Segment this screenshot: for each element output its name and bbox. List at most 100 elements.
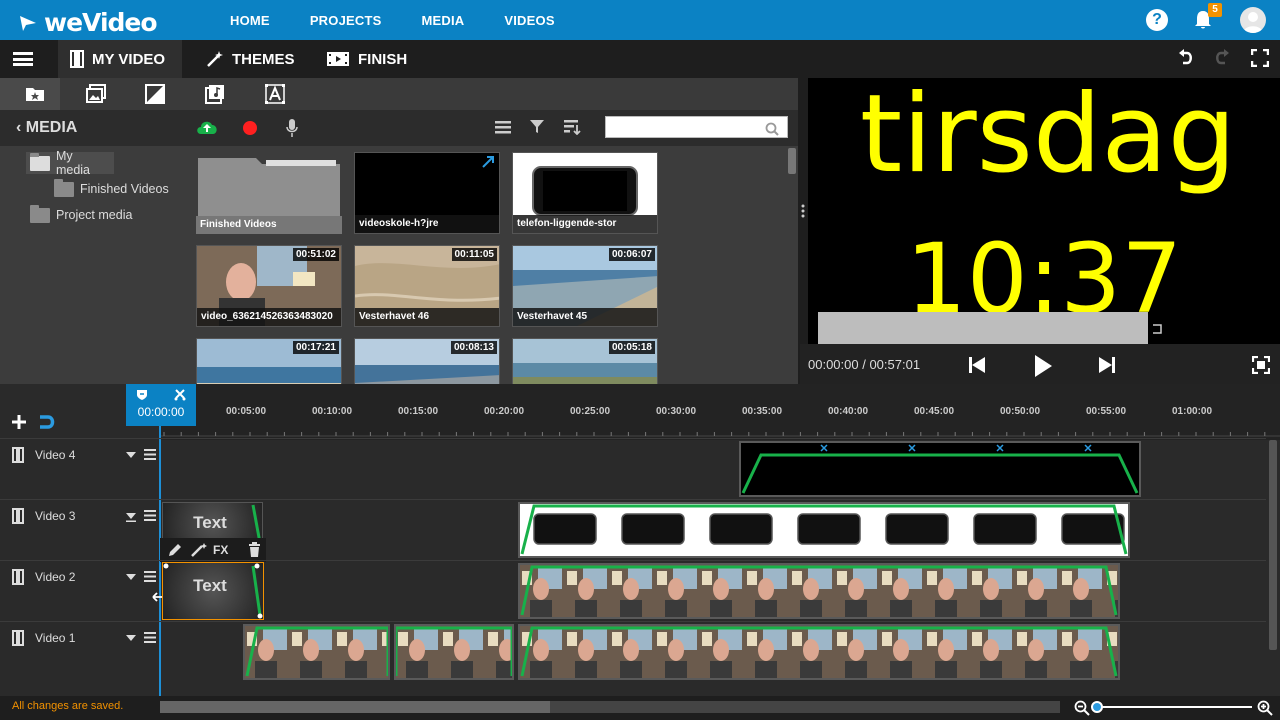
folder-star-icon[interactable] xyxy=(24,83,46,105)
folder-my-media[interactable]: My media xyxy=(26,149,114,177)
folder-label: My media xyxy=(55,149,90,177)
media-item[interactable]: videoskole-h?jre xyxy=(354,152,500,234)
redo-icon[interactable] xyxy=(1213,49,1231,69)
record-icon[interactable] xyxy=(242,120,258,136)
music-library-icon[interactable] xyxy=(204,83,226,105)
timeline-clip[interactable] xyxy=(518,502,1130,558)
timeline-clip[interactable] xyxy=(243,624,390,680)
wevideo-logo[interactable]: weVideo xyxy=(18,8,158,37)
magic-wand-icon[interactable] xyxy=(191,543,207,557)
search-icon[interactable] xyxy=(765,122,779,136)
microphone-icon[interactable] xyxy=(285,118,299,138)
avatar[interactable] xyxy=(1240,7,1266,33)
video-preview[interactable]: tirsdag 10:37 xyxy=(808,78,1280,384)
chevron-down-icon[interactable] xyxy=(126,451,136,459)
chevron-down-icon[interactable] xyxy=(126,512,136,522)
panel-splitter[interactable] xyxy=(798,78,808,384)
preview-fullscreen-icon[interactable] xyxy=(1252,356,1270,374)
text-titles-icon[interactable] xyxy=(264,83,286,105)
media-title: MEDIA xyxy=(25,119,78,136)
tick-label: 00:25:00 xyxy=(570,406,611,417)
chevron-down-icon[interactable] xyxy=(126,634,136,642)
timeline-clip[interactable] xyxy=(739,441,1141,497)
playback-time: 00:00:00 / 00:57:01 xyxy=(808,357,921,372)
list-view-icon[interactable] xyxy=(495,120,511,134)
images-icon[interactable] xyxy=(85,83,107,105)
media-item[interactable]: 00:08:13 xyxy=(354,338,500,384)
folder-project-media[interactable]: Project media xyxy=(26,204,136,226)
fx-button[interactable]: FX xyxy=(213,543,228,557)
folder-icon xyxy=(30,152,50,171)
zoom-out-icon[interactable] xyxy=(1074,700,1090,716)
skip-back-icon[interactable] xyxy=(968,356,986,374)
media-back-button[interactable]: ‹ MEDIA xyxy=(16,119,77,137)
logo-text: weVideo xyxy=(44,8,158,37)
media-item-label: video_636214526363483020 xyxy=(197,308,341,326)
tick-label: 00:20:00 xyxy=(484,406,525,417)
timeline-clip[interactable] xyxy=(518,624,1120,680)
media-item-folder[interactable]: Finished Videos xyxy=(196,152,342,234)
timeline-scrollbar[interactable] xyxy=(1266,440,1280,696)
tab-finish[interactable]: FINISH xyxy=(314,40,419,78)
zoom-slider-handle[interactable] xyxy=(1091,701,1103,713)
play-icon[interactable] xyxy=(1033,354,1053,378)
track-menu-icon[interactable] xyxy=(144,449,156,460)
media-item-label: videoskole-h?jre xyxy=(355,215,499,233)
timeline-clip[interactable] xyxy=(518,563,1120,619)
tick-label: 01:00:00 xyxy=(1172,406,1213,417)
track-name: Video 4 xyxy=(35,448,76,462)
zoom-slider-track[interactable] xyxy=(1096,706,1252,708)
track-menu-icon[interactable] xyxy=(144,632,156,643)
media-item[interactable]: 00:51:02 video_636214526363483020 xyxy=(196,245,342,327)
media-item[interactable]: 00:06:07 Vesterhavet 45 xyxy=(512,245,658,327)
text-clip-label: Text xyxy=(193,513,227,532)
clip-trim-overlay xyxy=(163,563,263,619)
track-header: Video 1 xyxy=(0,622,160,682)
folder-finished-videos[interactable]: Finished Videos xyxy=(50,178,173,200)
media-item[interactable]: telefon-liggende-stor xyxy=(512,152,658,234)
tab-my-video[interactable]: MY VIDEO xyxy=(58,40,182,78)
playhead-handle[interactable]: 00:00:00 xyxy=(126,384,196,426)
scissors-icon xyxy=(174,389,186,401)
tick-label: 00:40:00 xyxy=(828,406,869,417)
film-icon xyxy=(12,630,24,646)
tab-themes[interactable]: THEMES xyxy=(194,40,307,78)
track-name: Video 1 xyxy=(35,631,76,645)
person-filmstrip xyxy=(245,626,388,678)
track-name: Video 3 xyxy=(35,509,76,523)
preview-controls: 00:00:00 / 00:57:01 xyxy=(800,344,1280,384)
text-clip-selected[interactable]: Text xyxy=(162,562,264,620)
track-menu-icon[interactable] xyxy=(144,571,156,582)
timeline-horizontal-scrollbar[interactable] xyxy=(160,701,1060,713)
upload-cloud-icon[interactable] xyxy=(196,118,218,136)
person-filmstrip xyxy=(520,565,1118,617)
filter-icon[interactable] xyxy=(530,119,544,134)
media-scrollbar[interactable] xyxy=(786,146,798,384)
zoom-in-icon[interactable] xyxy=(1257,700,1273,716)
sort-icon[interactable] xyxy=(564,119,582,135)
track-menu-icon[interactable] xyxy=(144,510,156,521)
undo-icon[interactable] xyxy=(1177,49,1195,69)
hamburger-menu-icon[interactable] xyxy=(13,52,33,66)
chevron-down-icon[interactable] xyxy=(126,573,136,581)
tick-label: 00:45:00 xyxy=(914,406,955,417)
pencil-edit-icon[interactable] xyxy=(168,543,182,557)
transitions-icon[interactable] xyxy=(144,83,166,105)
fullscreen-icon[interactable] xyxy=(1251,49,1269,67)
add-track-icon[interactable] xyxy=(11,414,27,430)
nav-projects[interactable]: PROJECTS xyxy=(310,13,382,28)
help-icon[interactable]: ? xyxy=(1146,9,1168,31)
trash-icon[interactable] xyxy=(248,542,261,557)
magnet-snap-icon[interactable] xyxy=(38,414,56,430)
track-video-2: Video 2 Text xyxy=(0,560,1266,621)
nav-home[interactable]: HOME xyxy=(230,13,270,28)
media-search-input[interactable] xyxy=(605,116,788,138)
media-item[interactable]: 00:05:18 xyxy=(512,338,658,384)
timeline-clip[interactable] xyxy=(394,624,514,680)
nav-media[interactable]: MEDIA xyxy=(421,13,464,28)
media-item[interactable]: 00:11:05 Vesterhavet 46 xyxy=(354,245,500,327)
skip-forward-icon[interactable] xyxy=(1098,356,1116,374)
nav-videos[interactable]: VIDEOS xyxy=(504,13,554,28)
media-item[interactable]: 00:17:21 xyxy=(196,338,342,384)
film-icon xyxy=(12,508,24,524)
